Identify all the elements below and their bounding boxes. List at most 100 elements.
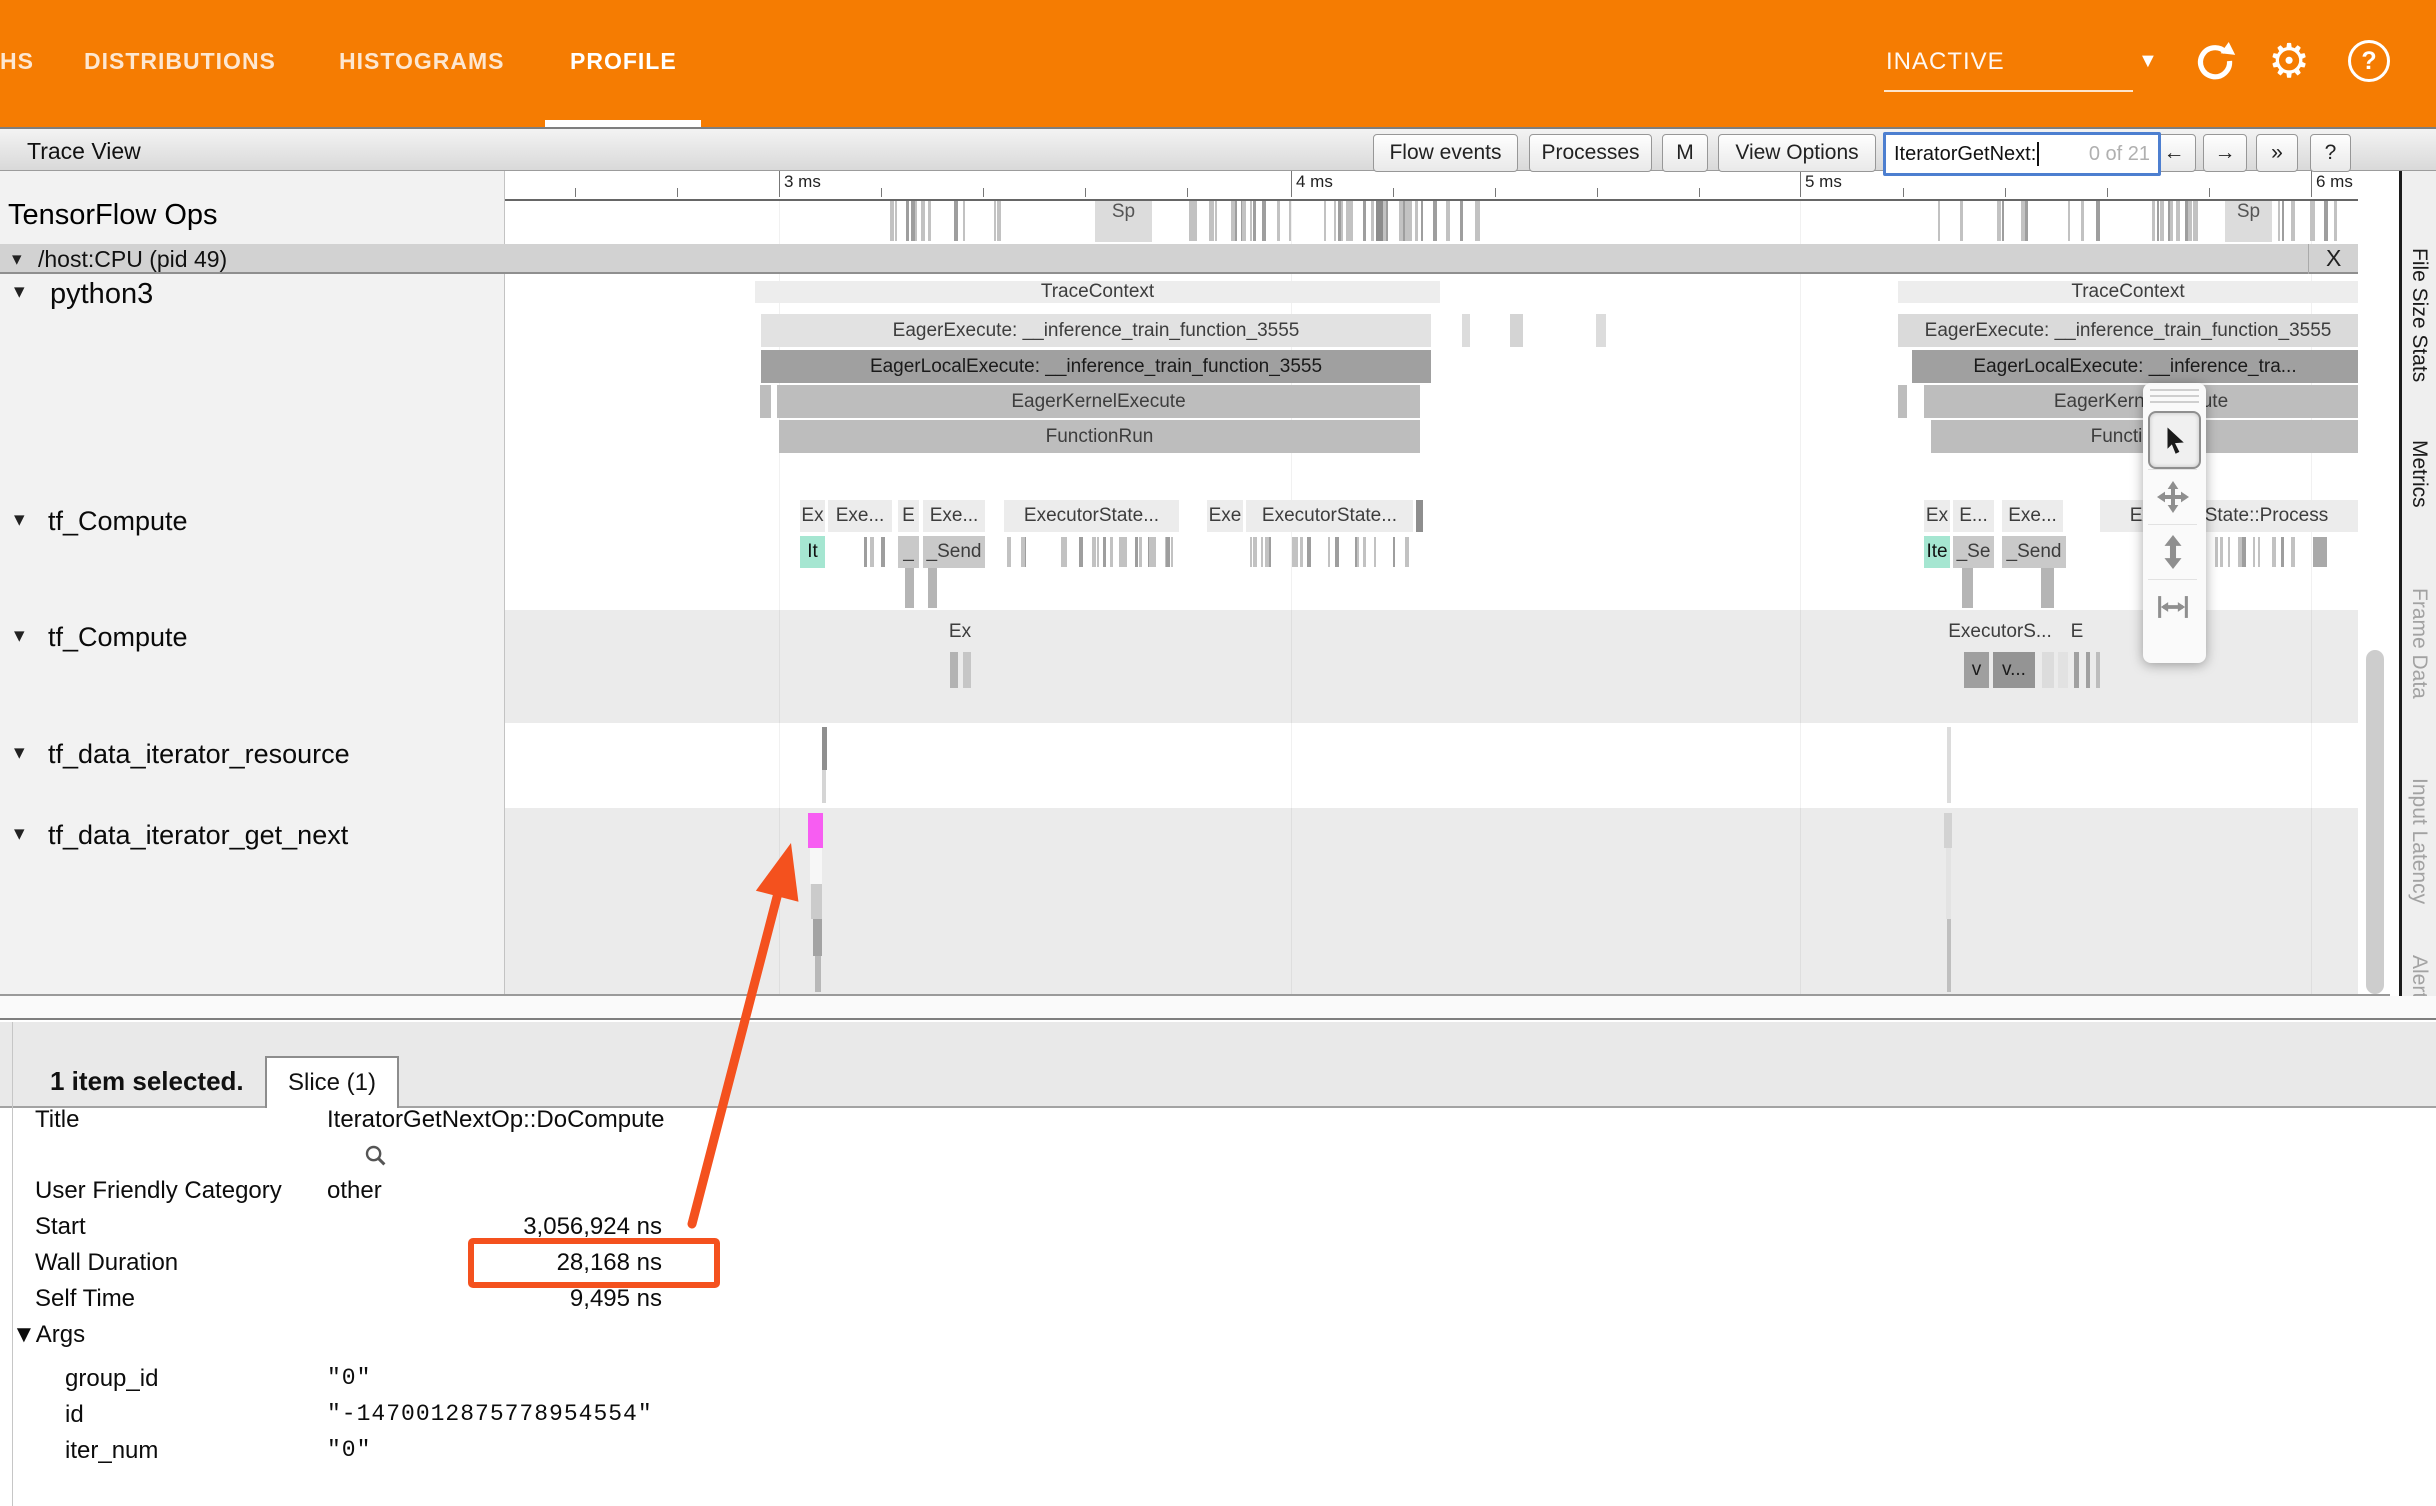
- trace-slice[interactable]: [1898, 385, 1907, 418]
- trace-slice[interactable]: [1416, 500, 1423, 532]
- trace-slice[interactable]: _Send: [923, 536, 985, 568]
- toolbar-button--[interactable]: ?: [2310, 134, 2351, 172]
- refresh-icon[interactable]: [2194, 40, 2236, 82]
- toolbar-button-processes[interactable]: Processes: [1529, 134, 1652, 172]
- trace-slice[interactable]: [2086, 652, 2090, 688]
- gear-icon[interactable]: ⚙: [2268, 33, 2310, 89]
- side-tab-file-size-stats[interactable]: File Size Stats: [2404, 248, 2434, 394]
- trace-slice[interactable]: Exe: [1207, 500, 1243, 532]
- toolbar-button-view-options[interactable]: View Options: [1718, 134, 1876, 172]
- timeline-canvas[interactable]: Sp Sp TraceContext TraceContext EagerExecute…: [505, 171, 2358, 994]
- trace-slice[interactable]: E...: [1953, 500, 1994, 532]
- args-expander[interactable]: ▼Args: [12, 1321, 85, 1349]
- trace-slice[interactable]: It: [800, 536, 825, 568]
- trace-slice[interactable]: Exe...: [923, 500, 985, 532]
- side-tab-metrics[interactable]: Metrics: [2404, 440, 2434, 524]
- trace-slice[interactable]: [822, 727, 827, 770]
- trace-slice[interactable]: [905, 568, 914, 608]
- timing-tool-button[interactable]: [2148, 579, 2197, 634]
- trace-slice[interactable]: ExecutorS...: [1940, 618, 2060, 646]
- trace-slice[interactable]: [1947, 727, 1951, 803]
- trace-slice[interactable]: [1596, 314, 1606, 347]
- trace-slice[interactable]: [2058, 652, 2068, 688]
- trace-slice[interactable]: _Se: [1953, 536, 1994, 568]
- trace-slice[interactable]: ExecutorState...: [1246, 500, 1413, 532]
- trace-slice[interactable]: Exe...: [828, 500, 892, 532]
- trace-slice[interactable]: [2042, 652, 2054, 688]
- trace-slice[interactable]: Exe...: [2002, 500, 2063, 532]
- vertical-scrollbar[interactable]: [2366, 650, 2384, 994]
- trace-slice[interactable]: [822, 770, 826, 803]
- trace-slice[interactable]: [810, 848, 822, 884]
- trace-slice[interactable]: Ex: [930, 618, 990, 646]
- nav-tab-profile[interactable]: PROFILE: [570, 48, 677, 75]
- toolbar-button-m[interactable]: M: [1662, 134, 1708, 172]
- trace-slice[interactable]: E: [2062, 618, 2092, 646]
- trace-slice[interactable]: Ex: [800, 500, 825, 532]
- trace-slice[interactable]: [1962, 568, 1973, 608]
- trace-slice[interactable]: FunctionRun: [779, 420, 1420, 453]
- trace-slice[interactable]: [811, 884, 822, 919]
- process-header-bar[interactable]: ▾ /host:CPU (pid 49) X: [0, 244, 2358, 274]
- trace-slice[interactable]: EagerLocalExecute: __inference_tra...: [1912, 350, 2358, 383]
- trace-slice[interactable]: EagerLocalExecute: __inference_train_fun…: [761, 350, 1431, 383]
- trace-slice[interactable]: ExecutorState::Process: [2100, 500, 2358, 532]
- trace-slice[interactable]: ExecutorState...: [1004, 500, 1179, 532]
- trace-slice[interactable]: _Send: [2002, 536, 2066, 568]
- tab-slice[interactable]: Slice (1): [265, 1056, 399, 1108]
- trace-slice[interactable]: TraceContext: [755, 281, 1440, 303]
- trace-slice[interactable]: [928, 568, 937, 608]
- trace-slice[interactable]: _: [898, 536, 919, 568]
- trace-slice[interactable]: [963, 652, 971, 688]
- chevron-down-icon[interactable]: ▼: [2138, 50, 2158, 73]
- trace-slice[interactable]: [950, 652, 958, 688]
- trace-slice[interactable]: [1946, 848, 1951, 919]
- trace-slice[interactable]: [2041, 568, 2054, 608]
- run-status-select[interactable]: INACTIVE: [1886, 48, 2005, 76]
- magnifier-icon[interactable]: [364, 1144, 388, 1173]
- trace-slice[interactable]: v: [1964, 652, 1989, 688]
- trace-slice[interactable]: Sp: [1095, 200, 1152, 242]
- collapse-triangle-icon[interactable]: ▾: [14, 623, 25, 648]
- side-tab-input-latency[interactable]: Input Latency: [2404, 778, 2434, 920]
- trace-slice[interactable]: Ite: [1924, 536, 1950, 568]
- trace-slice[interactable]: TraceContext: [1898, 281, 2358, 303]
- trace-slice[interactable]: [1462, 314, 1470, 347]
- trace-slice[interactable]: [815, 956, 821, 992]
- drag-handle[interactable]: [2150, 389, 2199, 407]
- collapse-triangle-icon[interactable]: ▾: [14, 740, 25, 765]
- trace-slice[interactable]: [1510, 314, 1523, 347]
- trace-slice[interactable]: [813, 919, 822, 956]
- nav-tab-hs[interactable]: HS: [0, 48, 34, 75]
- pan-tool-button[interactable]: [2148, 469, 2197, 524]
- trace-slice[interactable]: EagerExecute: __inference_train_function…: [1898, 314, 2358, 347]
- side-tab-frame-data[interactable]: Frame Data: [2404, 588, 2434, 703]
- trace-slice[interactable]: [808, 813, 823, 848]
- trace-slice[interactable]: EagerKernelExecute: [777, 385, 1420, 418]
- close-icon[interactable]: X: [2320, 245, 2347, 272]
- toolbar-button--[interactable]: →: [2203, 134, 2247, 172]
- collapse-triangle-icon[interactable]: ▾: [14, 821, 25, 846]
- trace-slice[interactable]: [1376, 200, 1383, 241]
- trace-slice[interactable]: [2096, 652, 2100, 688]
- collapse-triangle-icon[interactable]: ▾: [14, 507, 25, 532]
- trace-slice[interactable]: [2313, 537, 2327, 567]
- trace-slice[interactable]: [1944, 813, 1952, 848]
- search-input[interactable]: IteratorGetNext: 0 of 21: [1883, 132, 2161, 176]
- trace-slice[interactable]: [1947, 919, 1951, 992]
- collapse-triangle-icon[interactable]: ▾: [14, 279, 25, 304]
- trace-slice[interactable]: Sp: [2225, 200, 2272, 242]
- trace-slice[interactable]: [2074, 652, 2079, 688]
- trace-slice[interactable]: v...: [1993, 652, 2035, 688]
- trace-slice[interactable]: [760, 385, 771, 418]
- zoom-tool-button[interactable]: [2148, 524, 2197, 579]
- nav-tab-histograms[interactable]: HISTOGRAMS: [339, 48, 504, 75]
- nav-tab-distributions[interactable]: DISTRIBUTIONS: [84, 48, 276, 75]
- trace-slice[interactable]: EagerKernelExecute: [1924, 385, 2358, 418]
- help-icon[interactable]: ?: [2348, 40, 2390, 82]
- toolbar-button--[interactable]: »: [2256, 134, 2298, 172]
- trace-slice[interactable]: Ex: [1924, 500, 1950, 532]
- trace-slice[interactable]: EagerExecute: __inference_train_function…: [761, 314, 1431, 347]
- selection-tool-button[interactable]: [2148, 411, 2201, 469]
- collapse-triangle-icon[interactable]: ▾: [12, 248, 22, 271]
